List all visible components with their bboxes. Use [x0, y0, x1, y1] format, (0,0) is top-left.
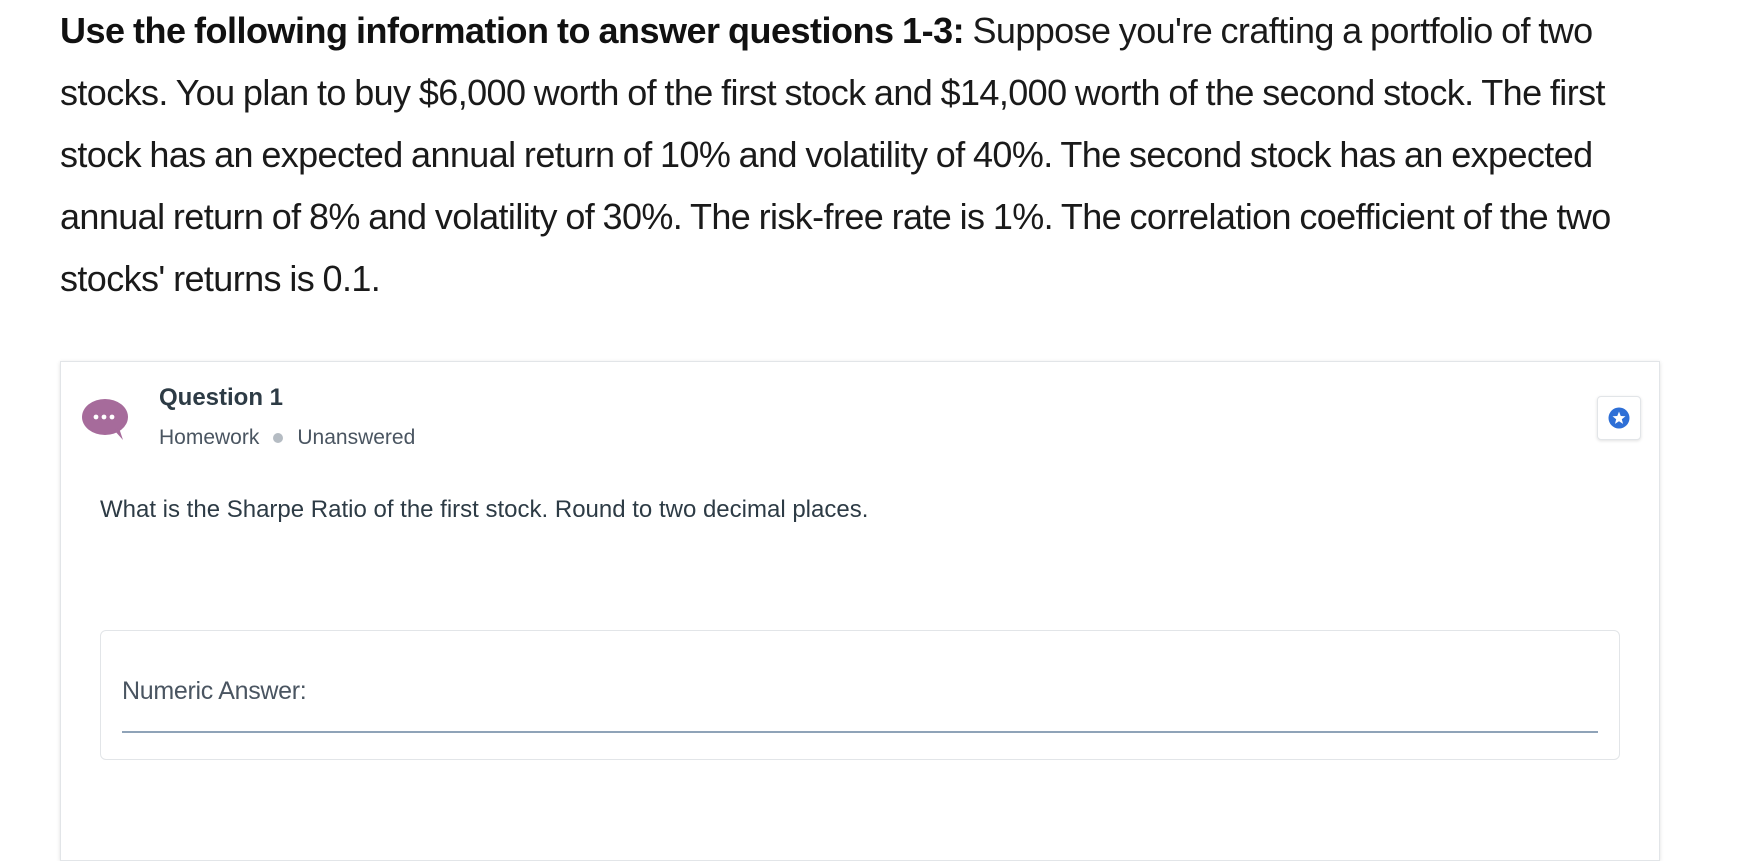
instructions-paragraph: Use the following information to answer … — [60, 0, 1670, 310]
question-type: Homework — [159, 426, 260, 449]
star-icon — [1608, 407, 1630, 429]
question-card: Question 1 Homework Unanswered What is t… — [60, 361, 1660, 861]
question-prompt: What is the Sharpe Ratio of the first st… — [100, 496, 869, 523]
speech-bubble-icon — [81, 398, 131, 442]
instructions-body: Suppose you're crafting a portfolio of t… — [60, 10, 1611, 299]
question-title: Question 1 — [159, 384, 284, 411]
instructions-lead: Use the following information to answer … — [60, 10, 965, 51]
separator-dot — [273, 433, 284, 443]
numeric-answer-input[interactable] — [122, 661, 1598, 733]
question-status: Unanswered — [297, 426, 416, 449]
numeric-answer-container: Numeric Answer: — [100, 630, 1620, 760]
bookmark-button[interactable] — [1597, 396, 1641, 440]
question-meta: Homework Unanswered — [159, 426, 415, 450]
